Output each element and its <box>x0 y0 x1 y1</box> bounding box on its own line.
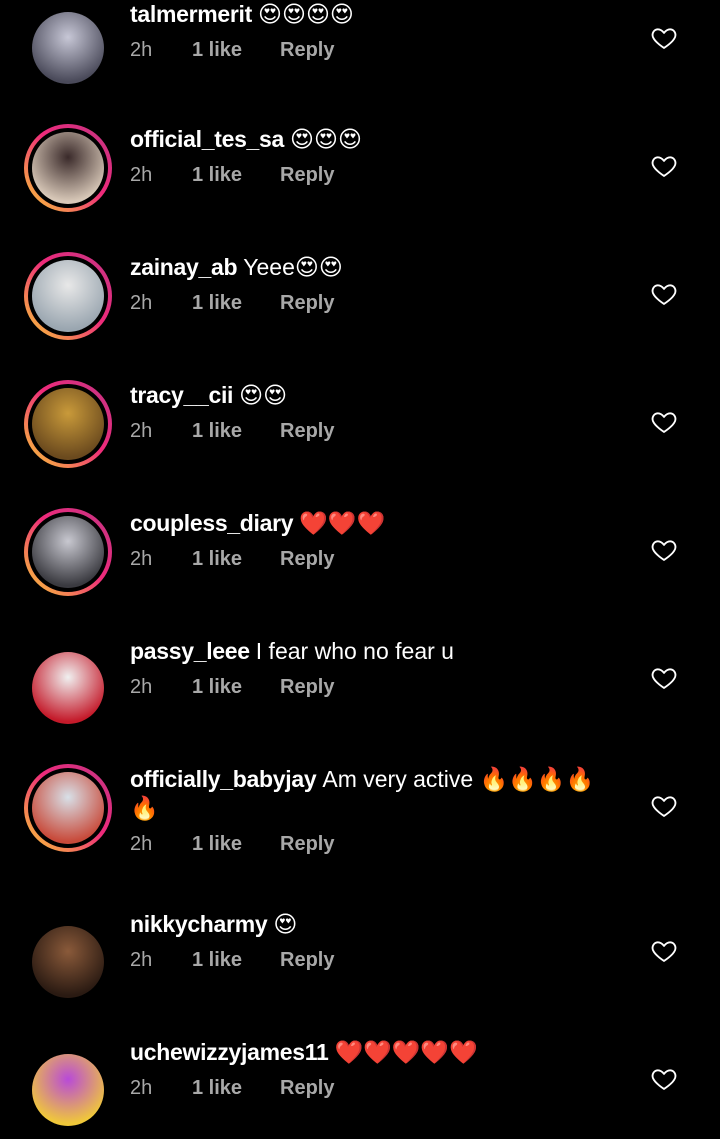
comment-username[interactable]: passy_leee <box>130 638 250 664</box>
comment-meta: 2h 1 like Reply <box>130 292 610 315</box>
avatar[interactable] <box>24 4 112 92</box>
avatar-image <box>32 772 104 844</box>
comment-body: uchewizzyjames11 ❤️❤️❤️❤️❤️ <box>130 1038 610 1067</box>
comment-time: 2h <box>130 292 153 314</box>
reply-button[interactable]: Reply <box>280 1077 334 1100</box>
comment-body: talmermerit 😍😍😍😍 <box>130 0 610 29</box>
comment-username[interactable]: nikkycharmy <box>130 911 268 937</box>
reply-button[interactable]: Reply <box>280 833 334 856</box>
reply-button[interactable]: Reply <box>280 949 334 972</box>
avatar-story-ring[interactable] <box>24 380 112 468</box>
comment-body: nikkycharmy 😍 <box>130 910 610 939</box>
comment-meta: 2h 1 like Reply <box>130 39 610 62</box>
comment-body: zainay_ab Yeee😍😍 <box>130 253 610 282</box>
comment-text: 😍😍😍😍 <box>257 1 354 27</box>
avatar-image <box>32 12 104 84</box>
comment-username[interactable]: uchewizzyjames11 <box>130 1039 329 1065</box>
comment-like-count[interactable]: 1 like <box>192 833 280 856</box>
like-heart-icon[interactable] <box>650 792 678 820</box>
reply-button[interactable]: Reply <box>280 420 334 443</box>
comment-meta: 2h 1 like Reply <box>130 164 610 187</box>
comment-time: 2h <box>130 833 153 855</box>
like-heart-icon[interactable] <box>650 408 678 436</box>
avatar-image <box>32 652 104 724</box>
reply-button[interactable]: Reply <box>280 548 334 571</box>
comment-text: 😍 <box>273 911 298 937</box>
reply-button[interactable]: Reply <box>280 676 334 699</box>
comment-text: 😍😍😍 <box>290 126 362 152</box>
comment-like-count[interactable]: 1 like <box>192 548 280 571</box>
comment-text: I fear who no fear u <box>255 638 454 664</box>
comment-body: tracy__cii 😍😍 <box>130 381 610 410</box>
comment-username[interactable]: coupless_diary <box>130 510 294 536</box>
comment-like-count[interactable]: 1 like <box>192 39 280 62</box>
reply-button[interactable]: Reply <box>280 164 334 187</box>
comment-like-count[interactable]: 1 like <box>192 292 280 315</box>
avatar-story-ring[interactable] <box>24 764 112 852</box>
like-heart-icon[interactable] <box>650 152 678 180</box>
comment-text: Yeee😍😍 <box>243 254 343 280</box>
comment-body: officially_babyjay Am very active 🔥🔥🔥🔥🔥 <box>130 765 610 823</box>
comment-username[interactable]: talmermerit <box>130 1 252 27</box>
avatar-image <box>32 260 104 332</box>
comment-time: 2h <box>130 420 153 442</box>
avatar[interactable] <box>24 1046 112 1134</box>
like-heart-icon[interactable] <box>650 1065 678 1093</box>
comment-username[interactable]: official_tes_sa <box>130 126 284 152</box>
comment-body: passy_leee I fear who no fear u <box>130 637 610 666</box>
reply-button[interactable]: Reply <box>280 292 334 315</box>
comment-text: ❤️❤️❤️❤️❤️ <box>334 1039 478 1065</box>
comment-meta: 2h 1 like Reply <box>130 949 610 972</box>
avatar-image <box>32 1054 104 1126</box>
comment-meta: 2h 1 like Reply <box>130 833 610 856</box>
comment-time: 2h <box>130 949 153 971</box>
avatar-story-ring[interactable] <box>24 124 112 212</box>
avatar-story-ring[interactable] <box>24 252 112 340</box>
comment-text: ❤️❤️❤️ <box>299 510 386 536</box>
comment-time: 2h <box>130 548 153 570</box>
comment-username[interactable]: zainay_ab <box>130 254 238 280</box>
like-heart-icon[interactable] <box>650 664 678 692</box>
comment-meta: 2h 1 like Reply <box>130 1077 610 1100</box>
comment-like-count[interactable]: 1 like <box>192 949 280 972</box>
avatar-image <box>32 926 104 998</box>
like-heart-icon[interactable] <box>650 24 678 52</box>
avatar-image <box>32 516 104 588</box>
like-heart-icon[interactable] <box>650 280 678 308</box>
comment-time: 2h <box>130 39 153 61</box>
avatar[interactable] <box>24 918 112 1006</box>
comment-time: 2h <box>130 164 153 186</box>
comment-body: official_tes_sa 😍😍😍 <box>130 125 610 154</box>
comment-username[interactable]: officially_babyjay <box>130 766 317 792</box>
comment-like-count[interactable]: 1 like <box>192 420 280 443</box>
avatar-image <box>32 132 104 204</box>
comment-like-count[interactable]: 1 like <box>192 676 280 699</box>
comment-meta: 2h 1 like Reply <box>130 548 610 571</box>
comment-meta: 2h 1 like Reply <box>130 420 610 443</box>
avatar[interactable] <box>24 644 112 732</box>
comment-time: 2h <box>130 676 153 698</box>
comment-username[interactable]: tracy__cii <box>130 382 233 408</box>
comment-text: 😍😍 <box>239 382 288 408</box>
like-heart-icon[interactable] <box>650 536 678 564</box>
comment-like-count[interactable]: 1 like <box>192 164 280 187</box>
comment-time: 2h <box>130 1077 153 1099</box>
comment-meta: 2h 1 like Reply <box>130 676 610 699</box>
avatar-image <box>32 388 104 460</box>
avatar-story-ring[interactable] <box>24 508 112 596</box>
comment-body: coupless_diary ❤️❤️❤️ <box>130 509 610 538</box>
like-heart-icon[interactable] <box>650 937 678 965</box>
comment-like-count[interactable]: 1 like <box>192 1077 280 1100</box>
reply-button[interactable]: Reply <box>280 39 334 62</box>
